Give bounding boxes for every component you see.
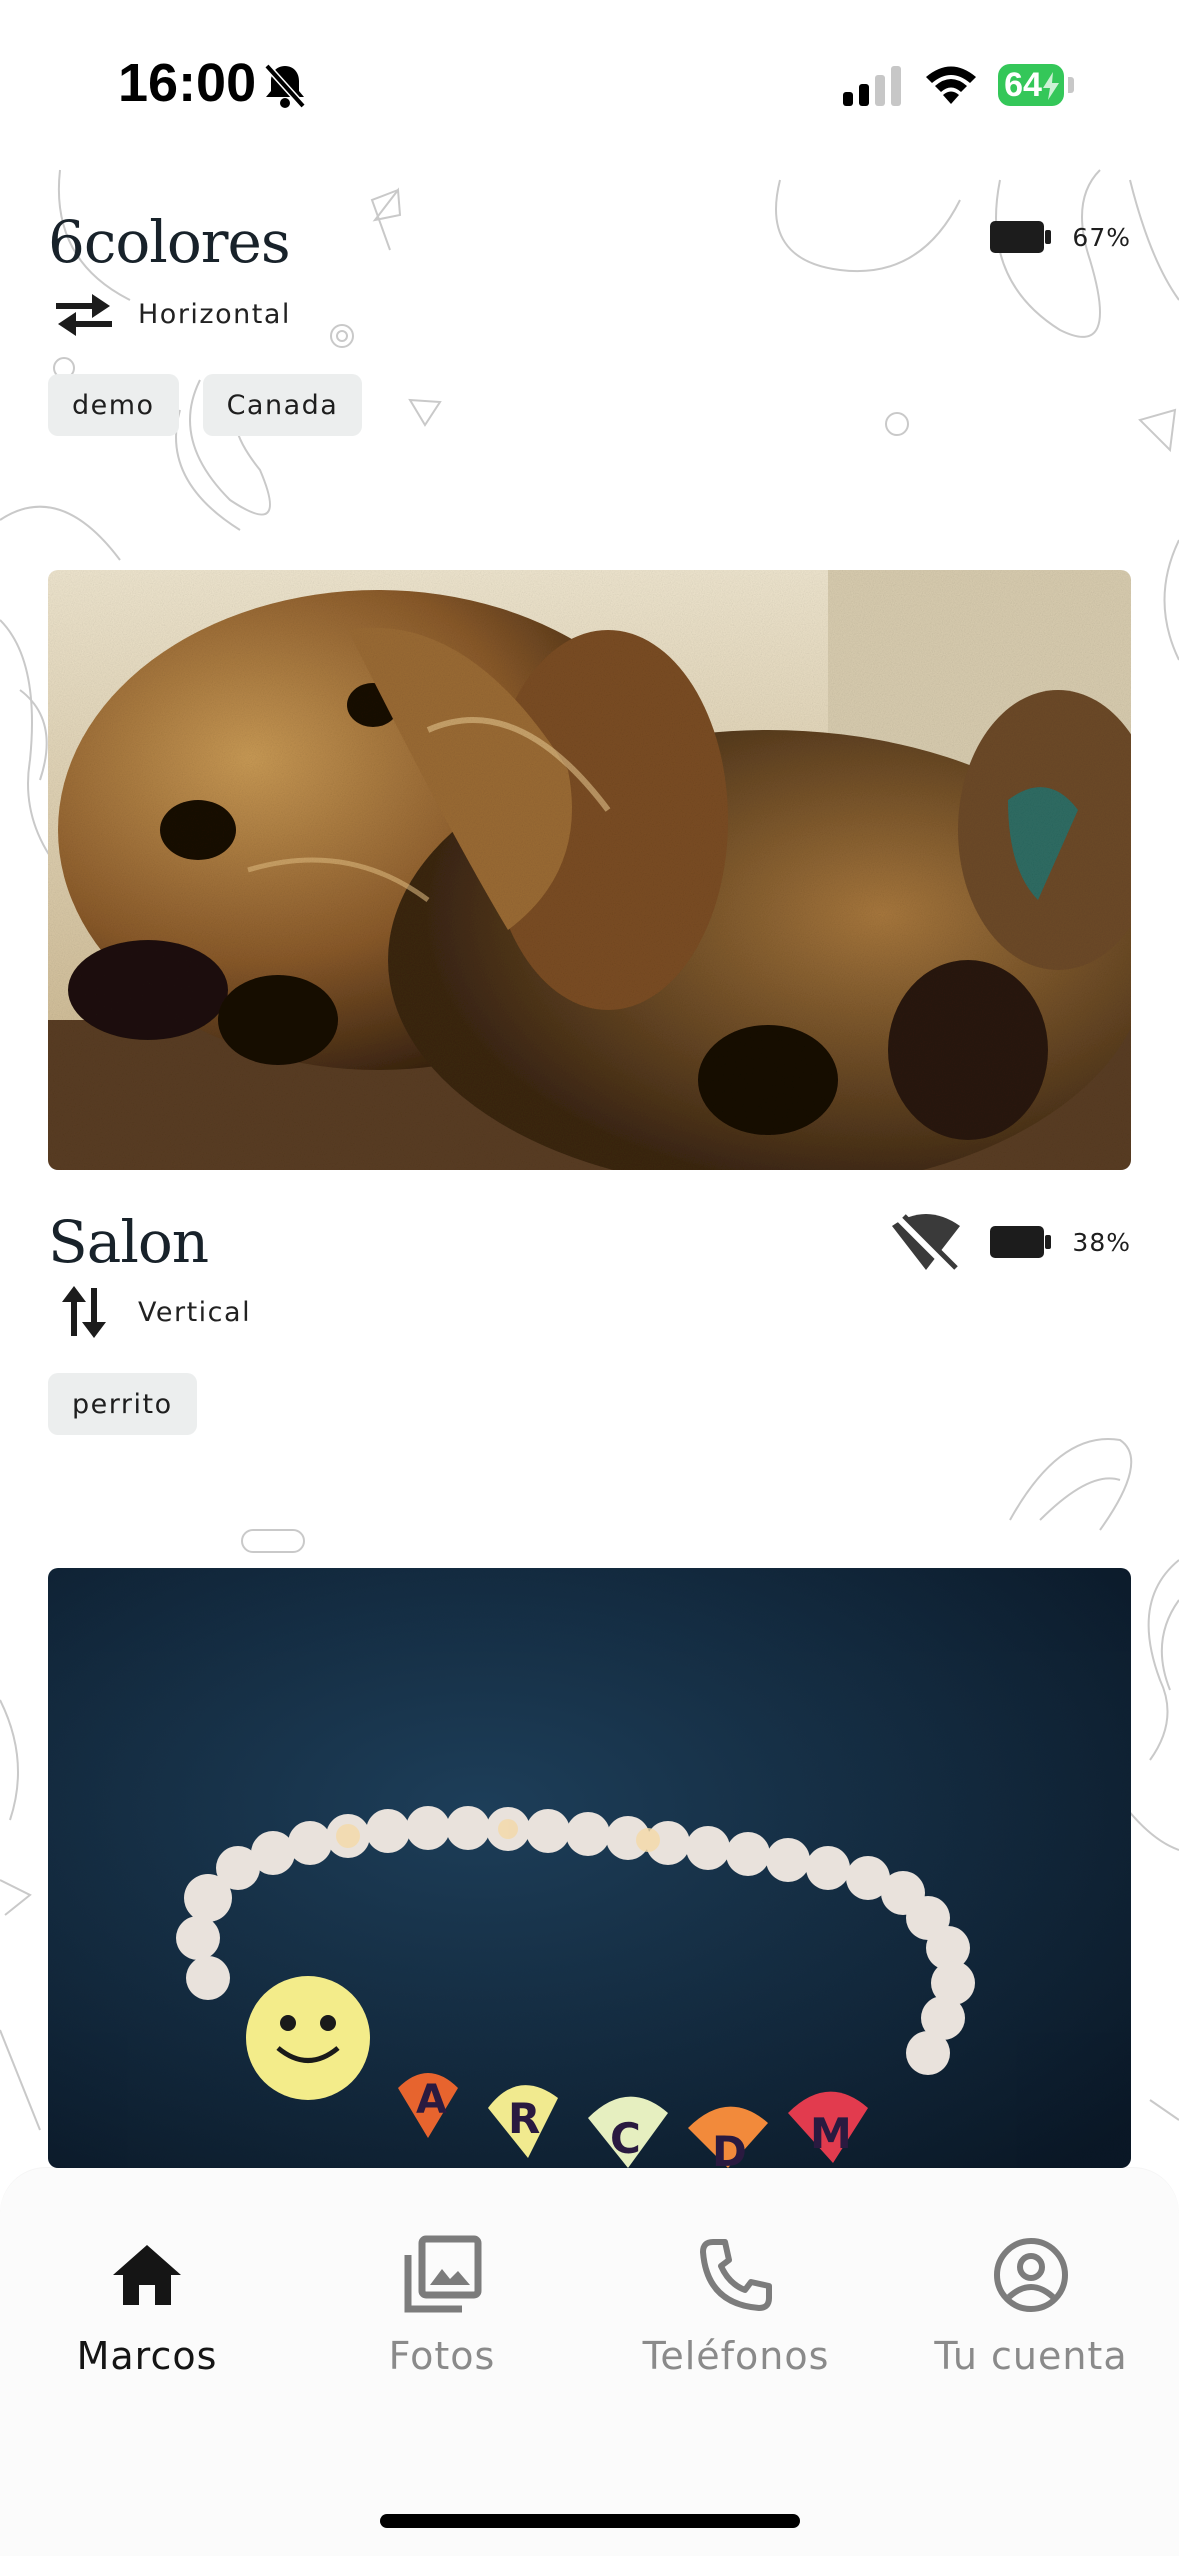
swap-vertical-icon (62, 1286, 106, 1338)
battery-icon (990, 221, 1052, 253)
nav-item-tu-cuenta[interactable]: Tu cuenta (901, 2230, 1161, 2400)
nav-label: Tu cuenta (934, 2334, 1128, 2378)
status-bar: 16:00 64 (0, 0, 1179, 175)
svg-text:D: D (712, 2127, 747, 2168)
orientation-row: Horizontal (52, 286, 291, 342)
account-circle-icon (986, 2230, 1076, 2320)
nav-label: Marcos (76, 2334, 218, 2378)
nav-label: Teléfonos (642, 2334, 830, 2378)
nav-label: Fotos (388, 2334, 496, 2378)
device-battery-indicator: 64 (998, 64, 1064, 106)
tag-chip[interactable]: perrito (48, 1373, 197, 1435)
nav-item-fotos[interactable]: Fotos (312, 2230, 572, 2400)
orientation-label: Horizontal (138, 298, 291, 330)
charging-bolt-icon (1043, 72, 1059, 100)
frame-status: 38% (890, 1212, 1131, 1272)
battery-cap (1068, 77, 1074, 93)
wifi-icon (926, 66, 976, 104)
tag-list: demo Canada (48, 374, 363, 436)
svg-text:A: A (416, 2077, 447, 2123)
device-battery-level: 64 (1004, 65, 1042, 104)
svg-text:M: M (810, 2109, 852, 2158)
photo-library-icon (397, 2230, 487, 2320)
phone-icon (691, 2230, 781, 2320)
swap-horizontal-icon (56, 294, 112, 336)
home-indicator[interactable] (380, 2514, 800, 2528)
frame-photo[interactable]: A R C D M (48, 1568, 1131, 2168)
nav-item-telefonos[interactable]: Teléfonos (606, 2230, 866, 2400)
nav-item-marcos[interactable]: Marcos (17, 2230, 277, 2400)
bracelet-photo: A R C D M (48, 1568, 1131, 2168)
svg-text:R: R (508, 2094, 540, 2143)
home-icon (102, 2230, 192, 2320)
bell-slash-icon (264, 63, 306, 109)
wifi-off-icon (892, 1214, 961, 1272)
frame-battery-percent: 67% (1072, 222, 1131, 252)
battery-icon (990, 1226, 1052, 1258)
tag-chip[interactable]: Canada (202, 374, 363, 436)
tag-chip[interactable]: demo (48, 374, 179, 436)
frame-status: 67% (990, 220, 1131, 254)
frame-photo[interactable] (48, 570, 1131, 1170)
tag-list: perrito (48, 1373, 197, 1435)
frame-battery-percent: 38% (1072, 1227, 1131, 1257)
status-time: 16:00 (118, 53, 257, 113)
dog-photo (48, 570, 1131, 1170)
svg-text:C: C (610, 2114, 641, 2163)
frame-title[interactable]: Salon (48, 1208, 209, 1276)
orientation-row: Vertical (52, 1284, 251, 1340)
frame-title[interactable]: 6colores (48, 208, 291, 276)
cellular-signal-icon (843, 66, 901, 106)
orientation-label: Vertical (138, 1296, 252, 1328)
bottom-navigation: Marcos Fotos Teléfonos Tu cuenta (0, 2168, 1179, 2556)
